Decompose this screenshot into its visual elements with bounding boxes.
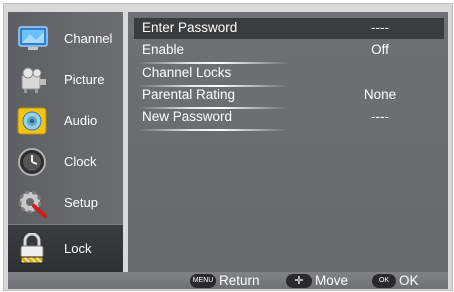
picture-projector-icon bbox=[16, 65, 48, 95]
footer-hint-bar: MENU Return ✛ Move OK OK bbox=[8, 272, 448, 289]
row-label: Parental Rating bbox=[142, 87, 236, 102]
ok-label: OK bbox=[399, 273, 419, 288]
audio-speaker-icon bbox=[16, 106, 48, 136]
move-label: Move bbox=[315, 273, 349, 288]
sidebar-item-clock[interactable]: Clock bbox=[8, 141, 123, 182]
tv-osd-window: Channel Picture Audio Clock Setup Lock E… bbox=[3, 3, 453, 291]
move-cross-icon: ✛ bbox=[286, 273, 312, 288]
sidebar-item-label: Setup bbox=[64, 195, 98, 210]
return-label: Return bbox=[219, 273, 260, 288]
ok-hint[interactable]: OK OK bbox=[372, 273, 419, 288]
move-hint[interactable]: ✛ Move bbox=[286, 273, 348, 288]
ok-button-icon: OK bbox=[372, 273, 396, 288]
row-value: ---- bbox=[371, 20, 389, 35]
sidebar-item-label: Clock bbox=[64, 154, 97, 169]
sidebar-item-label: Lock bbox=[64, 241, 92, 256]
sidebar-menu: Channel Picture Audio Clock Setup Lock bbox=[8, 12, 123, 272]
parental-rating-row[interactable]: Parental Rating None bbox=[134, 85, 444, 109]
row-label: Channel Locks bbox=[142, 65, 232, 80]
sidebar-item-label: Channel bbox=[64, 31, 113, 46]
sidebar-item-picture[interactable]: Picture bbox=[8, 59, 123, 100]
row-value: None bbox=[363, 87, 397, 102]
menu-button-icon: MENU bbox=[190, 273, 216, 288]
clock-icon bbox=[16, 147, 48, 177]
row-label: Enter Password bbox=[142, 20, 238, 35]
enter-password-row[interactable]: Enter Password ---- bbox=[134, 18, 444, 39]
lock-settings-panel: Enter Password ---- Enable Off Channel L… bbox=[128, 12, 448, 272]
sidebar-item-audio[interactable]: Audio bbox=[8, 100, 123, 141]
row-label: New Password bbox=[142, 109, 233, 124]
enable-row[interactable]: Enable Off bbox=[134, 40, 444, 64]
row-label: Enable bbox=[142, 42, 185, 57]
new-password-row[interactable]: New Password ---- bbox=[134, 107, 444, 131]
sidebar-item-label: Picture bbox=[64, 72, 105, 87]
sidebar-item-channel[interactable]: Channel bbox=[8, 18, 123, 59]
lock-icon bbox=[16, 232, 48, 265]
channel-monitor-icon bbox=[16, 24, 48, 54]
sidebar-item-lock[interactable]: Lock bbox=[8, 224, 123, 272]
return-hint[interactable]: MENU Return bbox=[190, 273, 260, 288]
row-value: ---- bbox=[371, 109, 389, 124]
sidebar-item-setup[interactable]: Setup bbox=[8, 182, 123, 223]
setup-gear-icon bbox=[16, 188, 48, 218]
row-divider bbox=[138, 129, 288, 131]
row-value: Off bbox=[371, 42, 389, 57]
sidebar-item-label: Audio bbox=[64, 113, 98, 128]
channel-locks-row[interactable]: Channel Locks bbox=[134, 63, 444, 87]
